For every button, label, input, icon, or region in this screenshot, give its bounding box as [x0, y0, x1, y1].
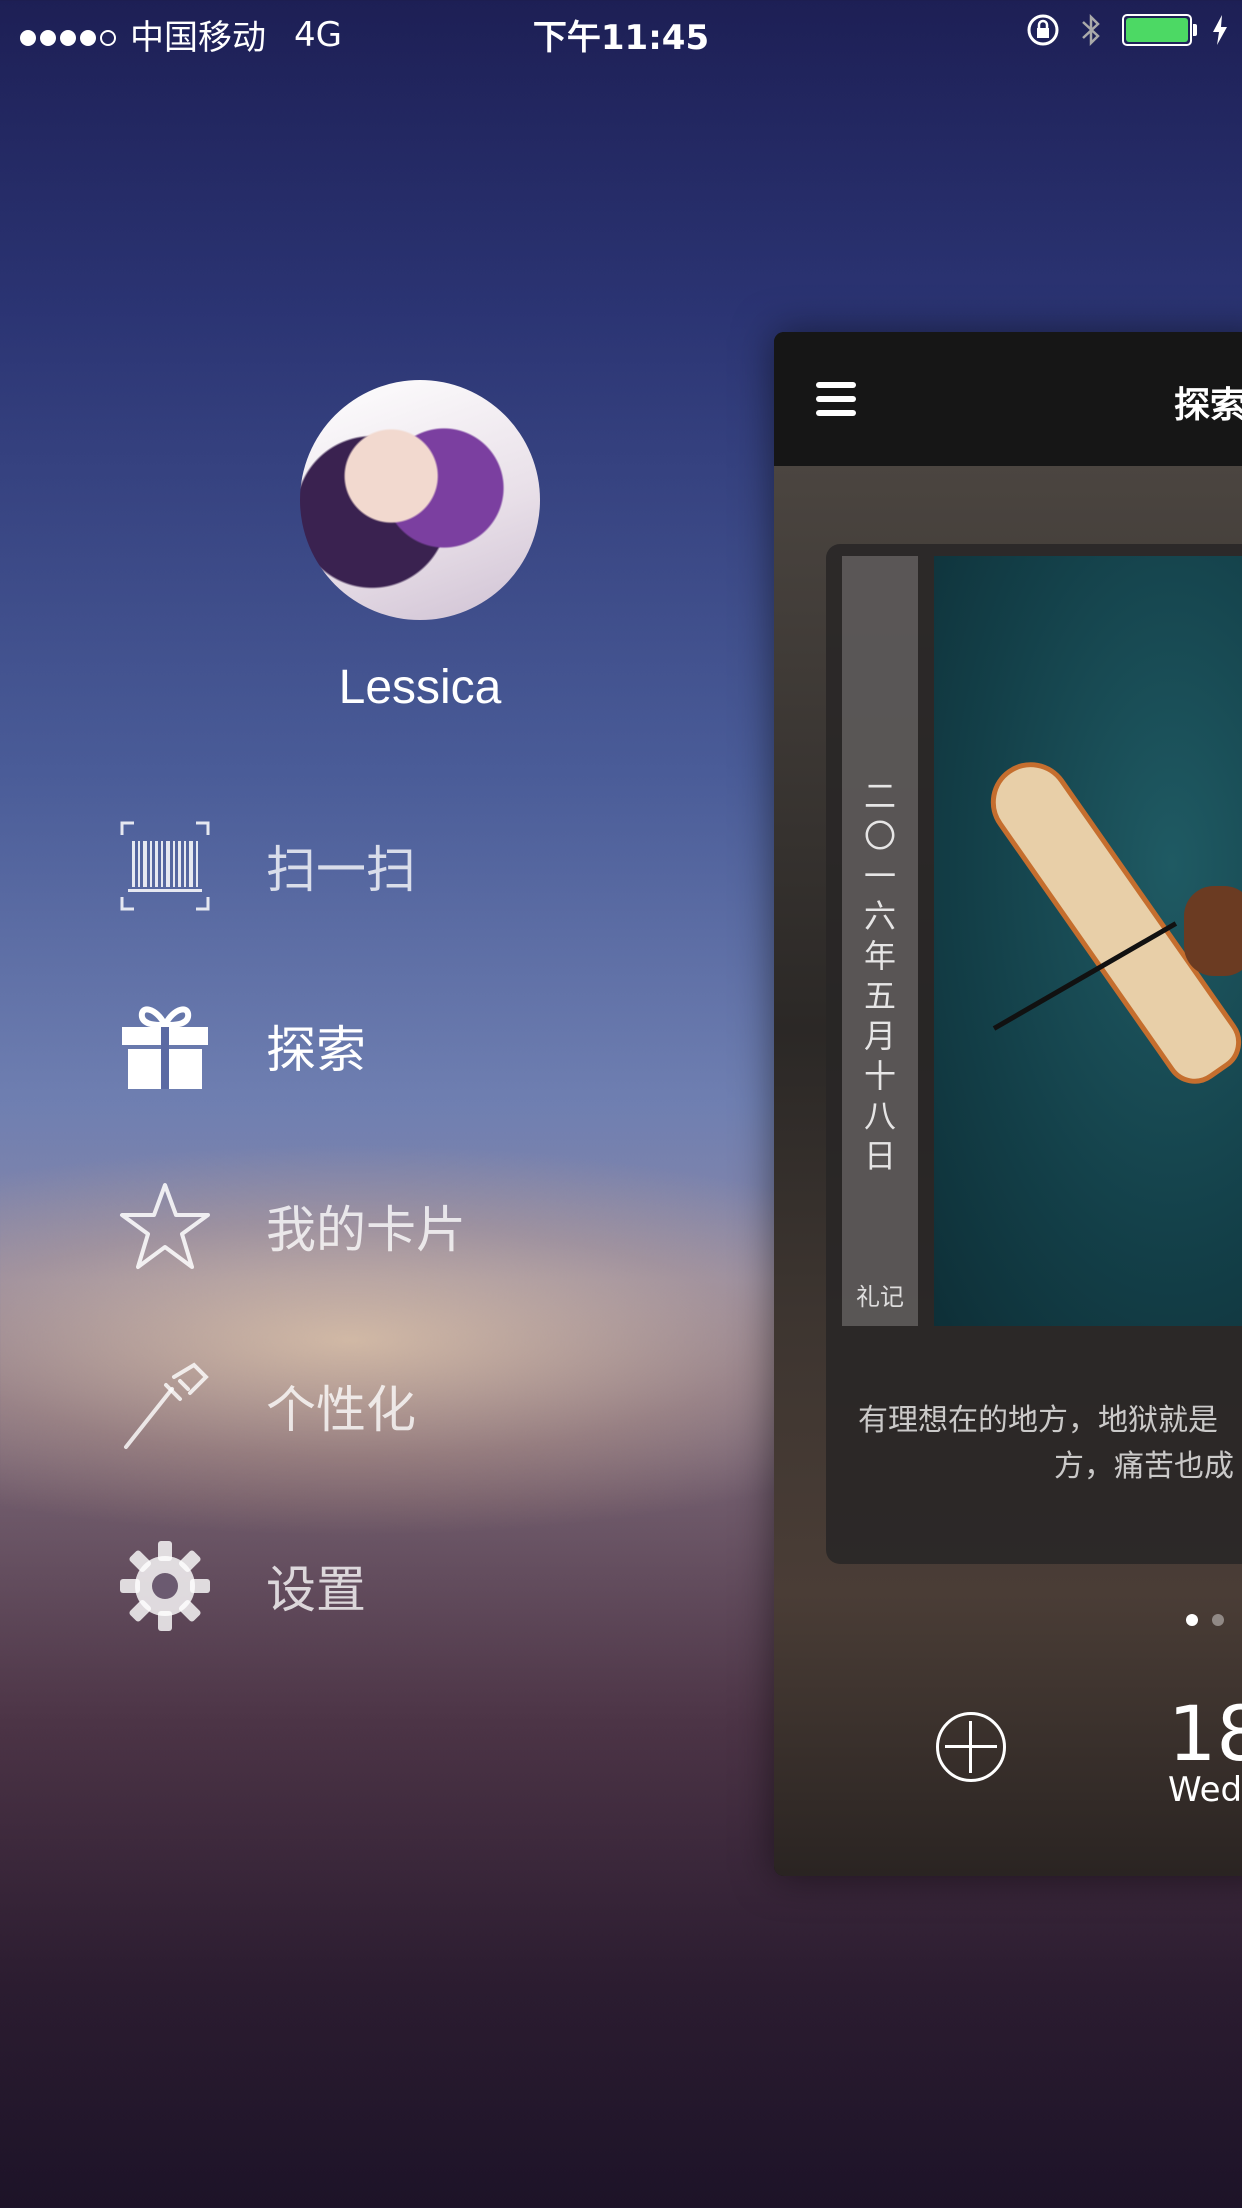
- day-number: 18: [1168, 1689, 1242, 1778]
- vertical-date: 二〇一六年五月十八日: [863, 777, 896, 1175]
- card-page-title: 探索: [1174, 385, 1242, 426]
- menu-label-my-cards: 我的卡片: [266, 1201, 466, 1259]
- card-top-bar: 探索: [774, 332, 1242, 466]
- battery-fill: [1126, 18, 1188, 42]
- menu-item-scan[interactable]: 扫一扫: [118, 806, 638, 926]
- gift-icon: [118, 999, 212, 1093]
- battery-icon: [1122, 14, 1197, 46]
- quote-line-1: 有理想在的地方，地狱就是: [858, 1403, 1218, 1438]
- status-right: [1026, 12, 1228, 48]
- username[interactable]: Lessica: [240, 660, 600, 715]
- menu-label-settings: 设置: [266, 1561, 366, 1619]
- brush-icon: [118, 1359, 212, 1453]
- card-photo: [934, 556, 1242, 1326]
- page-dot: [1212, 1614, 1224, 1626]
- source-tag: 礼记: [856, 1283, 904, 1311]
- hamburger-menu-icon[interactable]: [816, 382, 856, 424]
- menu-label-scan: 扫一扫: [266, 841, 416, 899]
- weekday-label: Wed: [1168, 1770, 1242, 1810]
- menu-item-settings[interactable]: 设置: [118, 1526, 638, 1646]
- paddler-image: [1184, 886, 1242, 976]
- gear-icon: [118, 1539, 212, 1633]
- avatar[interactable]: [300, 380, 540, 620]
- quote-line-2: 方，痛苦也成: [1054, 1449, 1234, 1484]
- menu-item-my-cards[interactable]: 我的卡片: [118, 1166, 638, 1286]
- menu-item-personalize[interactable]: 个性化: [118, 1346, 638, 1466]
- charging-icon: [1213, 15, 1227, 45]
- add-button[interactable]: [936, 1712, 1006, 1782]
- bluetooth-icon: [1082, 13, 1100, 47]
- menu-label-explore: 探索: [266, 1021, 366, 1079]
- daily-quote: 有理想在的地方，地狱就是 方，痛苦也成: [858, 1398, 1242, 1490]
- barcode-scan-icon: [118, 819, 212, 913]
- menu-label-personalize: 个性化: [266, 1381, 416, 1439]
- star-icon: [118, 1179, 212, 1273]
- rotation-lock-icon: [1027, 14, 1059, 46]
- page-indicator[interactable]: [1186, 1614, 1224, 1626]
- date-strip: 二〇一六年五月十八日 礼记: [842, 556, 918, 1326]
- page-dot-active: [1186, 1614, 1198, 1626]
- menu-item-explore[interactable]: 探索: [118, 986, 638, 1106]
- status-bar: 中国移动 4G 下午11:45: [0, 0, 1242, 60]
